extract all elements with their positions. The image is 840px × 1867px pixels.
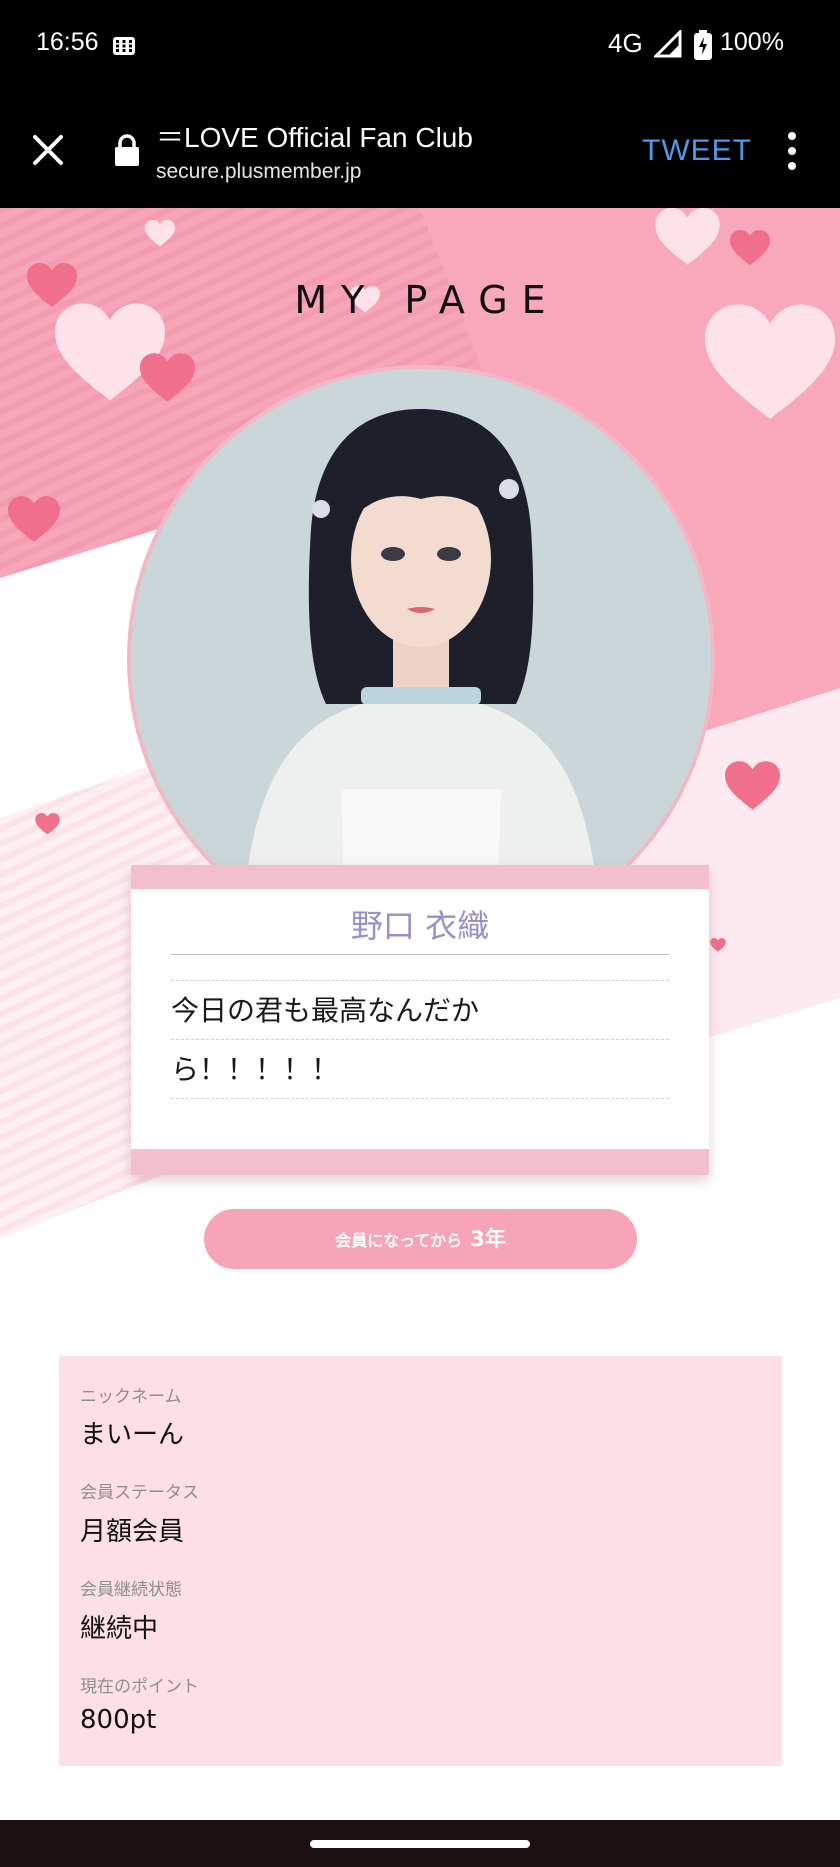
- continuation-label: 会員継続状態: [80, 1580, 182, 1600]
- member-portrait-illustration: [131, 369, 711, 949]
- home-indicator[interactable]: [310, 1840, 530, 1848]
- card-bottom-band: [131, 1149, 709, 1175]
- page-url[interactable]: secure.plusmember.jp: [156, 160, 361, 184]
- more-vertical-icon[interactable]: [782, 130, 802, 172]
- continuation-value: 継続中: [80, 1614, 159, 1644]
- message-line-2: ら！！！！！: [171, 1040, 669, 1099]
- duration-value: 3年: [470, 1227, 506, 1251]
- duration-label: 会員になってから: [335, 1231, 463, 1250]
- card-top-band: [131, 865, 709, 889]
- member-name: 野口 衣織: [171, 901, 669, 955]
- message-line-1: 今日の君も最高なんだか: [171, 981, 669, 1040]
- page-heading: MY PAGE: [294, 278, 560, 322]
- member-info-panel: ニックネーム まいーん 会員ステータス 月額会員 会員継続状態 継続中 現在のポ…: [59, 1356, 782, 1766]
- close-icon[interactable]: [30, 132, 66, 168]
- nickname-label: ニックネーム: [80, 1387, 182, 1407]
- status-time: 16:56: [36, 28, 99, 56]
- page-title: ＝LOVE Official Fan Club: [156, 122, 473, 153]
- status-value: 月額会員: [80, 1517, 185, 1547]
- battery-charging-icon: [694, 30, 712, 60]
- membership-duration-badge: 会員になってから 3年: [204, 1209, 637, 1269]
- battery-level: 100%: [720, 28, 784, 56]
- lock-icon: [115, 134, 139, 166]
- nickname-value: まいーん: [80, 1420, 185, 1450]
- profile-card: 野口 衣織 今日の君も最高なんだか ら！！！！！: [131, 865, 709, 1175]
- points-label: 現在のポイント: [80, 1677, 199, 1697]
- status-bar: 16:56 4G 100%: [0, 0, 840, 92]
- browser-toolbar: ＝LOVE Official Fan Club secure.plusmembe…: [0, 92, 840, 208]
- my-page-content: MY PAGE 野口 衣織 今日の君も最高なんだか ら！！！！！ 会員になってか…: [0, 208, 840, 1820]
- navigation-bar: [0, 1820, 840, 1867]
- grid-icon: [113, 37, 135, 55]
- status-label: 会員ステータス: [80, 1483, 199, 1503]
- signal-icon: [654, 30, 682, 58]
- points-value: 800pt: [80, 1705, 157, 1735]
- tweet-button[interactable]: TWEET: [642, 134, 752, 168]
- network-type: 4G: [608, 28, 643, 58]
